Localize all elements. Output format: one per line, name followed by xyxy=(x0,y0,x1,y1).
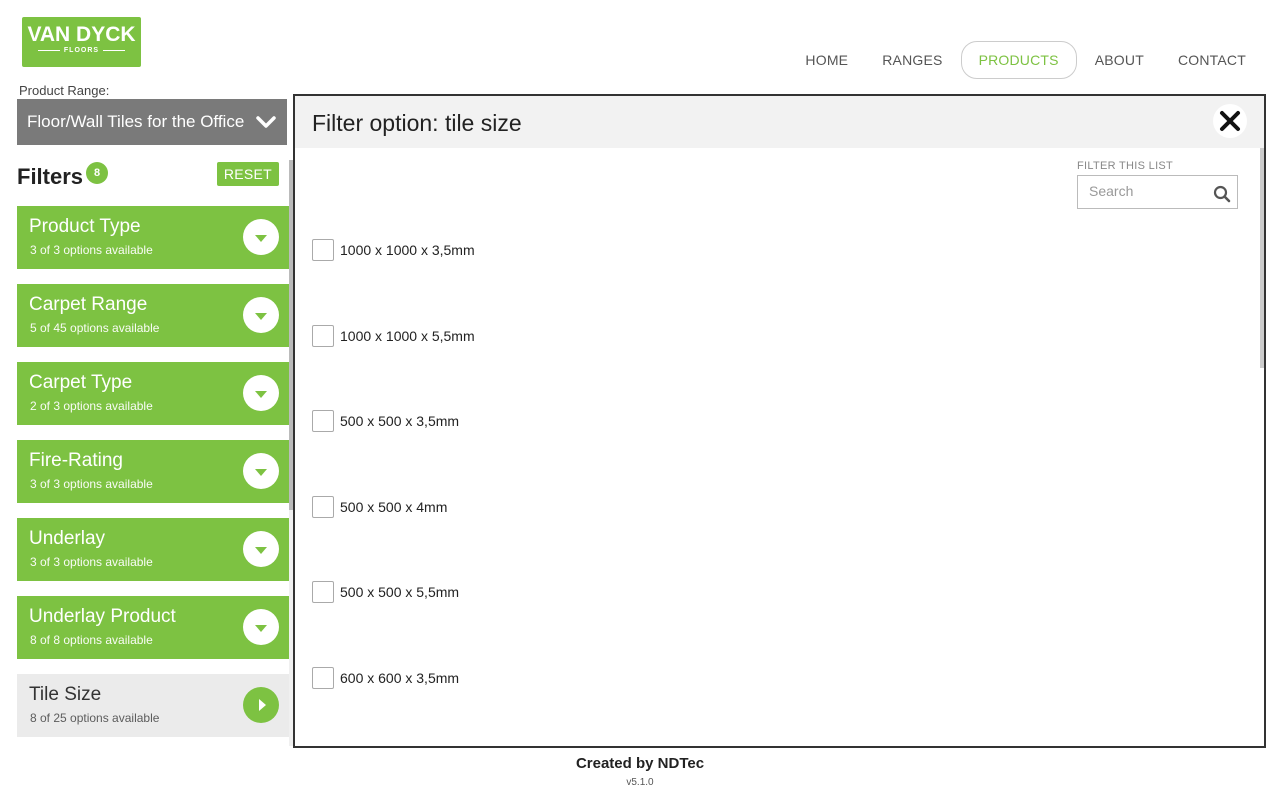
filter-list-label: FILTER THIS LIST xyxy=(1077,160,1174,172)
option-checkbox[interactable] xyxy=(312,410,334,432)
filter-fire-rating[interactable]: Fire-Rating 3 of 3 options available xyxy=(17,440,289,503)
page: VAN DYCK FLOORS HOME RANGES PRODUCTS ABO… xyxy=(0,0,1280,800)
option-label: 500 x 500 x 4mm xyxy=(340,498,448,515)
filter-availability: 3 of 3 options available xyxy=(30,555,153,569)
product-range-value: Floor/Wall Tiles for the Office xyxy=(27,112,245,131)
filter-name: Product Type xyxy=(29,216,141,237)
option-item[interactable]: 1000 x 1000 x 5,5mm xyxy=(312,324,475,411)
filter-availability: 8 of 25 options available xyxy=(30,711,160,725)
filter-underlay-product[interactable]: Underlay Product 8 of 8 options availabl… xyxy=(17,596,289,659)
reset-button[interactable]: RESET xyxy=(216,162,279,186)
option-label: 1000 x 1000 x 5,5mm xyxy=(340,327,475,344)
filters-header: Filters 8 RESET xyxy=(17,160,279,196)
product-range-label: Product Range: xyxy=(19,83,110,98)
filter-availability: 2 of 3 options available xyxy=(30,399,153,413)
nav-about[interactable]: ABOUT xyxy=(1079,42,1160,78)
close-icon xyxy=(1220,111,1240,131)
option-item[interactable]: 500 x 500 x 3,5mm xyxy=(312,410,475,496)
nav-home[interactable]: HOME xyxy=(789,42,864,78)
filter-carpet-range[interactable]: Carpet Range 5 of 45 options available xyxy=(17,284,289,347)
expand-button[interactable] xyxy=(243,297,279,333)
option-label: 1000 x 1000 x 3,5mm xyxy=(340,242,475,258)
main-nav: HOME RANGES PRODUCTS ABOUT CONTACT xyxy=(787,41,1262,79)
caret-down-icon xyxy=(255,312,267,320)
close-button[interactable] xyxy=(1213,104,1247,138)
filters-title: Filters xyxy=(17,164,84,189)
filter-modal: Filter option: tile size FILTER THIS LIS… xyxy=(293,94,1266,748)
filter-availability: 8 of 8 options available xyxy=(30,633,153,647)
logo-brand-text: VAN DYCK xyxy=(27,23,136,46)
logo-sub-text: FLOORS xyxy=(63,47,100,54)
filters-count-badge: 8 xyxy=(86,162,108,184)
footer-credit: Created by NDTec xyxy=(575,755,705,772)
filter-availability: 5 of 45 options available xyxy=(30,321,160,335)
caret-down-icon xyxy=(255,390,267,398)
open-button[interactable] xyxy=(243,687,279,723)
search-icon[interactable] xyxy=(1213,185,1231,203)
filter-list: Product Type 3 of 3 options available Ca… xyxy=(17,206,289,752)
filter-availability: 3 of 3 options available xyxy=(30,477,153,491)
option-item[interactable]: 1000 x 1000 x 3,5mm xyxy=(312,239,475,325)
caret-down-icon xyxy=(255,468,267,476)
logo-rule-left xyxy=(37,50,60,51)
caret-down-icon xyxy=(255,234,267,242)
modal-title: Filter option: tile size xyxy=(312,110,522,136)
brand-logo[interactable]: VAN DYCK FLOORS xyxy=(22,17,141,67)
expand-button[interactable] xyxy=(243,531,279,567)
filter-name: Carpet Type xyxy=(29,372,133,393)
product-range-select[interactable]: Floor/Wall Tiles for the Office xyxy=(17,99,287,145)
filter-tile-size[interactable]: Tile Size 8 of 25 options available xyxy=(17,674,289,737)
filter-carpet-type[interactable]: Carpet Type 2 of 3 options available xyxy=(17,362,289,425)
option-item[interactable]: 500 x 500 x 5,5mm xyxy=(312,581,475,667)
option-item[interactable]: 600 x 600 x 3,5mm xyxy=(312,666,475,747)
filter-product-type[interactable]: Product Type 3 of 3 options available xyxy=(17,206,289,269)
modal-header: Filter option: tile size xyxy=(295,96,1264,148)
filter-name: Underlay xyxy=(29,528,106,549)
footer-version: v5.1.0 xyxy=(626,777,654,788)
option-checkbox[interactable] xyxy=(312,581,334,603)
logo-rule-right xyxy=(103,50,126,51)
caret-right-icon xyxy=(259,699,266,711)
filter-name: Fire-Rating xyxy=(29,450,123,471)
caret-down-icon xyxy=(255,624,267,632)
filter-name: Carpet Range xyxy=(29,294,148,315)
expand-button[interactable] xyxy=(243,609,279,645)
filter-availability: 3 of 3 options available xyxy=(30,243,153,257)
filter-name: Tile Size xyxy=(29,684,102,705)
filter-name: Underlay Product xyxy=(29,606,176,627)
option-checkbox[interactable] xyxy=(312,666,334,689)
nav-ranges[interactable]: RANGES xyxy=(866,42,958,78)
option-checkbox[interactable] xyxy=(312,239,334,261)
option-list: 1000 x 1000 x 3,5mm 1000 x 1000 x 5,5mm … xyxy=(312,239,475,747)
option-checkbox[interactable] xyxy=(312,324,334,347)
search-input[interactable] xyxy=(1089,176,1214,206)
caret-down-icon xyxy=(255,546,267,554)
option-item[interactable]: 500 x 500 x 4mm xyxy=(312,495,475,582)
option-checkbox[interactable] xyxy=(312,495,334,518)
expand-button[interactable] xyxy=(243,219,279,255)
filter-underlay[interactable]: Underlay 3 of 3 options available xyxy=(17,518,289,581)
option-label: 500 x 500 x 3,5mm xyxy=(340,413,460,429)
modal-scrollbar-thumb[interactable] xyxy=(1260,148,1264,368)
expand-button[interactable] xyxy=(243,375,279,411)
nav-products[interactable]: PRODUCTS xyxy=(960,41,1077,79)
search-box xyxy=(1077,175,1238,209)
nav-contact[interactable]: CONTACT xyxy=(1162,42,1262,78)
option-label: 600 x 600 x 3,5mm xyxy=(340,669,460,686)
option-label: 500 x 500 x 5,5mm xyxy=(340,584,460,600)
expand-button[interactable] xyxy=(243,453,279,489)
chevron-down-icon xyxy=(255,111,277,133)
logo-sub: FLOORS xyxy=(22,47,141,54)
